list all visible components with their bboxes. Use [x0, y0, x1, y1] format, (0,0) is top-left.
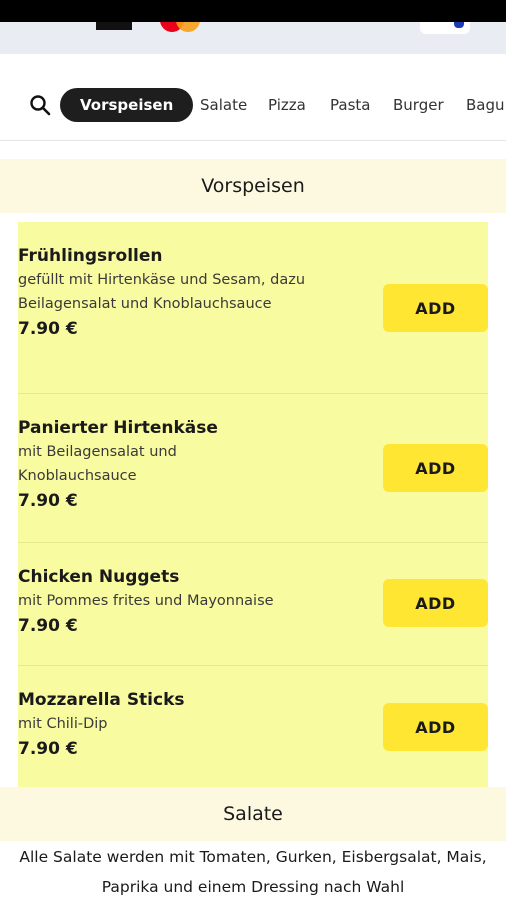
- status-bar: [0, 0, 506, 22]
- category-nav: Vorspeisen Salate Pizza Pasta Burger Bag…: [0, 80, 506, 130]
- item-name: Panierter Hirtenkäse: [18, 418, 218, 438]
- search-icon[interactable]: [28, 93, 52, 117]
- item-description: mit Chili-Dip: [18, 716, 108, 732]
- add-button[interactable]: ADD: [383, 284, 488, 332]
- item-divider: [18, 393, 488, 394]
- section-title-vorspeisen: Vorspeisen: [0, 159, 506, 213]
- tab-salate[interactable]: Salate: [200, 88, 247, 122]
- mastercard-logo-icon: [160, 22, 210, 32]
- item-name: Frühlingsrollen: [18, 246, 163, 266]
- item-description: gefüllt mit Hirtenkäse und Sesam, dazu B…: [18, 272, 306, 312]
- tab-vorspeisen[interactable]: Vorspeisen: [60, 88, 194, 122]
- tab-pasta[interactable]: Pasta: [330, 88, 370, 122]
- add-button[interactable]: ADD: [383, 579, 488, 627]
- strip-dark-shape: [96, 22, 132, 30]
- item-divider: [18, 542, 488, 543]
- tab-pizza[interactable]: Pizza: [268, 88, 306, 122]
- item-description: mit Pommes frites und Mayonnaise: [18, 593, 274, 609]
- menu-items-panel: Frühlingsrollen gefüllt mit Hirtenkäse u…: [18, 222, 488, 787]
- browser-top-strip: [0, 22, 506, 54]
- salate-note: Alle Salate werden mit Tomaten, Gurken, …: [19, 848, 487, 896]
- add-button[interactable]: ADD: [383, 703, 488, 751]
- add-button[interactable]: ADD: [383, 444, 488, 492]
- nav-divider: [0, 140, 506, 141]
- tab-burger[interactable]: Burger: [393, 88, 444, 122]
- strip-chip: [420, 22, 470, 34]
- item-divider: [18, 665, 488, 666]
- section-title-salate: Salate: [0, 787, 506, 841]
- tab-baguette[interactable]: Bagu: [466, 88, 505, 122]
- item-description: mit Beilagensalat und Knoblauchsauce: [18, 444, 177, 484]
